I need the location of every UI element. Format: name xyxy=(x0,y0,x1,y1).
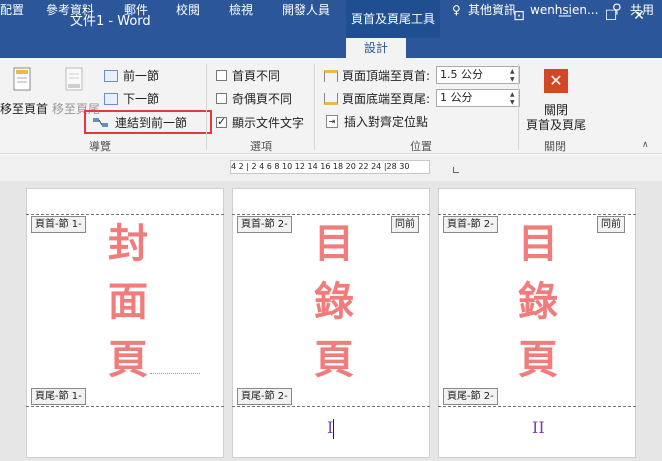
link-to-previous-icon xyxy=(92,117,110,129)
page-big-char: 面 xyxy=(108,279,148,325)
collapse-ribbon-icon[interactable]: ∧ xyxy=(642,140,649,150)
page-number: II xyxy=(532,418,545,437)
different-first-page-checkbox[interactable]: 首頁不同 xyxy=(216,67,280,84)
next-section-icon xyxy=(104,92,118,105)
tab-references[interactable]: 參考資料 xyxy=(46,1,94,19)
link-to-previous-button[interactable]: 連結到前一節 xyxy=(92,114,187,131)
horizontal-ruler[interactable]: 4 2 | 2 4 6 8 10 12 14 16 18 20 22 24 |2… xyxy=(230,160,430,174)
text-cursor xyxy=(333,419,334,439)
header-spin-down-icon[interactable]: ▼ xyxy=(510,76,515,83)
same-as-previous-tag: 同前 xyxy=(391,216,419,233)
close-group-label: 關閉 xyxy=(544,140,566,153)
tell-me-button[interactable]: 其他資訊 xyxy=(468,1,516,19)
different-odd-even-check xyxy=(216,93,227,104)
header-from-top-text: 頁面頂端至頁首: xyxy=(342,69,431,83)
header-from-top-input[interactable]: 1.5 公分 xyxy=(436,66,520,84)
page-big-char: 目 xyxy=(314,221,354,267)
close-header-footer-icon[interactable]: ✕ xyxy=(544,69,568,93)
previous-section-icon xyxy=(104,69,118,82)
footer-boundary xyxy=(438,406,636,407)
tab-design[interactable]: 設計 xyxy=(346,38,407,58)
page-big-char: 頁 xyxy=(314,337,354,383)
insert-alignment-tab-label: 插入對齊定位點 xyxy=(344,115,429,129)
footer-spin-up-icon[interactable]: ▲ xyxy=(510,91,515,98)
same-as-previous-tag: 同前 xyxy=(597,216,625,233)
page-big-char: 頁 xyxy=(518,337,558,383)
header-position-icon xyxy=(324,69,338,82)
close-header-footer-line2[interactable]: 頁首及頁尾 xyxy=(520,116,592,133)
page-big-char: 頁 xyxy=(108,337,148,383)
show-document-text-checkbox[interactable]: 顯示文件文字 xyxy=(216,114,304,131)
page-big-char: 目 xyxy=(518,221,558,267)
footer-section-tag: 頁尾-節 2- xyxy=(237,388,292,405)
next-section-button[interactable]: 下一節 xyxy=(104,90,159,107)
show-document-text-label: 顯示文件文字 xyxy=(232,116,305,130)
tab-developer[interactable]: 開發人員 xyxy=(282,1,330,19)
tab-layout[interactable]: 配置 xyxy=(0,1,24,19)
different-first-page-check xyxy=(216,70,227,81)
alignment-tab-icon: ⇥ xyxy=(326,115,338,128)
user-name[interactable]: wenhsien... xyxy=(530,1,598,19)
header-section-tag: 頁首-節 1- xyxy=(31,216,86,233)
options-group-label: 選項 xyxy=(250,140,272,153)
group-separator xyxy=(314,64,315,150)
header-section-tag: 頁首-節 2- xyxy=(443,216,498,233)
footer-section-tag: 頁尾-節 2- xyxy=(443,388,498,405)
goto-header-icon xyxy=(10,66,36,94)
page-big-char: 錄 xyxy=(314,279,354,325)
tab-mailings[interactable]: 郵件 xyxy=(124,1,148,19)
share-button[interactable]: 共用 xyxy=(630,1,654,19)
group-separator xyxy=(206,64,207,150)
tab-view[interactable]: 檢視 xyxy=(229,1,253,19)
tab-review[interactable]: 校閱 xyxy=(176,1,200,19)
previous-section-button[interactable]: 前一節 xyxy=(104,67,159,84)
link-to-previous-label: 連結到前一節 xyxy=(115,116,188,130)
goto-header-button[interactable]: 移至頁首 xyxy=(0,100,48,117)
header-spin-up-icon[interactable]: ▲ xyxy=(510,68,515,75)
page-big-char: 錄 xyxy=(518,279,558,325)
show-document-text-check xyxy=(216,115,227,128)
previous-section-label: 前一節 xyxy=(123,69,160,83)
page-big-char: 封 xyxy=(108,221,148,267)
header-from-top-label: 頁面頂端至頁首: xyxy=(324,67,430,84)
group-separator xyxy=(518,64,519,150)
insert-alignment-tab-button[interactable]: ⇥ 插入對齊定位點 xyxy=(326,113,428,130)
person-add-icon: ⚲ xyxy=(612,2,622,17)
text-underline xyxy=(150,373,200,374)
footer-spin-down-icon[interactable]: ▼ xyxy=(510,99,515,106)
position-group-label: 位置 xyxy=(410,140,432,153)
context-tab-header: 頁首及頁尾工具 xyxy=(346,0,440,38)
ruler-tab-marker-icon[interactable] xyxy=(453,167,459,173)
different-odd-even-checkbox[interactable]: 奇偶頁不同 xyxy=(216,90,292,107)
header-section-tag: 頁首-節 2- xyxy=(237,216,292,233)
footer-boundary xyxy=(232,406,430,407)
ribbon-tab-row xyxy=(0,38,662,58)
next-section-label: 下一節 xyxy=(123,92,160,106)
different-odd-even-label: 奇偶頁不同 xyxy=(232,92,293,106)
lightbulb-icon: ♀ xyxy=(452,3,461,17)
footer-from-bottom-text: 頁面底端至頁尾: xyxy=(342,92,431,106)
footer-from-bottom-input[interactable]: 1 公分 xyxy=(436,89,520,107)
footer-boundary xyxy=(26,406,224,407)
footer-from-bottom-label: 頁面底端至頁尾: xyxy=(324,90,430,107)
footer-section-tag: 頁尾-節 1- xyxy=(31,388,86,405)
navigation-group-label: 導覽 xyxy=(89,140,111,153)
goto-footer-icon xyxy=(62,66,88,94)
different-first-page-label: 首頁不同 xyxy=(232,69,281,83)
footer-position-icon xyxy=(324,92,338,105)
